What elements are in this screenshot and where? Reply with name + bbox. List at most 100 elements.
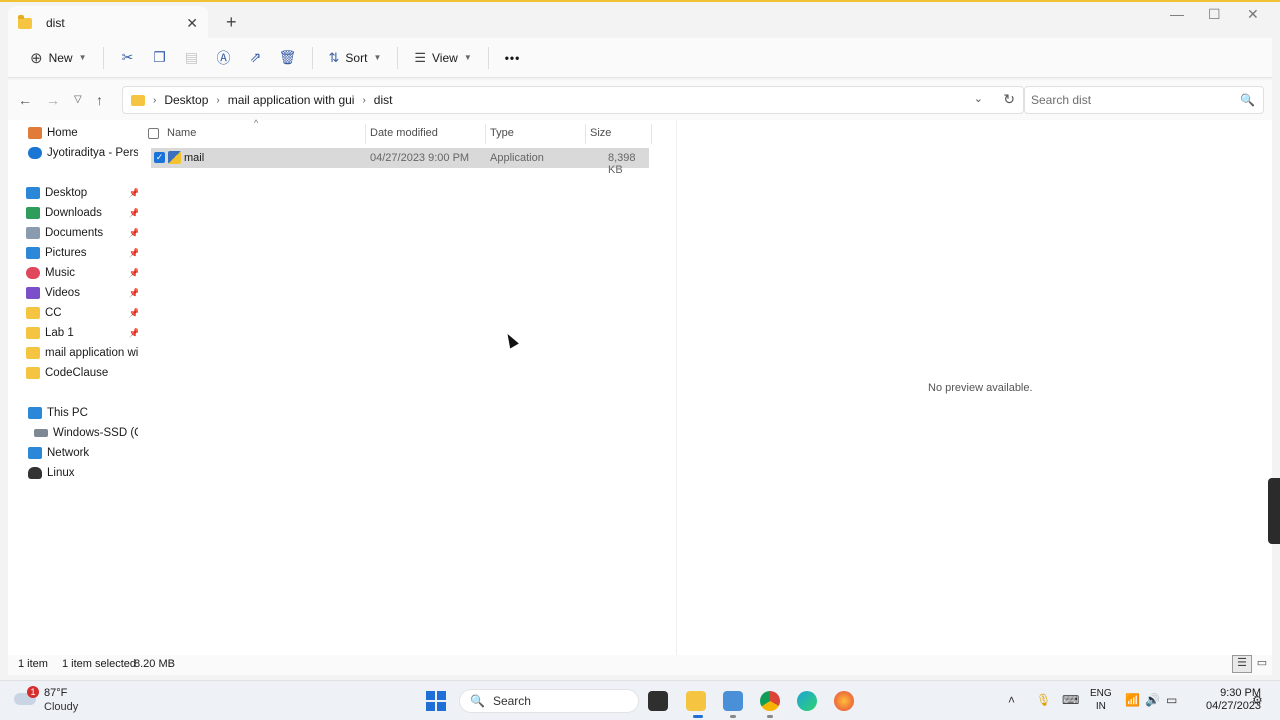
network-icon (28, 447, 42, 459)
recent-locations-icon[interactable]: ▽ (74, 94, 82, 105)
new-tab-button[interactable]: + (226, 12, 237, 33)
notification-icon[interactable]: ⚙ (1252, 693, 1263, 707)
rename-icon[interactable]: Ⓐ (208, 43, 240, 73)
taskbar-search[interactable]: 🔍 Search (459, 689, 639, 713)
sidebar-item-network[interactable]: Network (28, 443, 138, 463)
snipping-tool-icon[interactable] (723, 691, 743, 711)
chevron-right-icon: › (362, 94, 366, 106)
preview-divider[interactable] (676, 120, 677, 655)
divider (311, 46, 313, 69)
sidebar-item-home[interactable]: Home (28, 123, 138, 143)
tab-dist[interactable]: dist ✕ (8, 6, 208, 40)
chevron-up-icon[interactable]: ˄ (1008, 693, 1015, 707)
new-button[interactable]: ⊕ New ▼ (22, 43, 95, 73)
view-label: View (432, 50, 458, 65)
close-window-button[interactable]: ✕ (1247, 6, 1259, 23)
select-all-checkbox[interactable] (148, 128, 159, 139)
keyboard-icon[interactable]: ⌨ (1062, 693, 1079, 707)
column-divider[interactable] (485, 124, 486, 144)
divider (487, 46, 489, 69)
sort-ascending-icon: ^ (254, 118, 259, 128)
search-icon: 🔍 (470, 694, 485, 708)
folder-icon (26, 327, 40, 339)
microphone-icon[interactable]: 🎙 (1036, 693, 1051, 707)
column-header-size[interactable]: Size (590, 127, 611, 139)
sort-icon: ⇅ (328, 49, 340, 65)
sidebar-item-cc[interactable]: CC 📌 (26, 303, 138, 323)
video-icon (26, 287, 40, 299)
start-button[interactable] (426, 691, 446, 711)
breadcrumb-desktop[interactable]: Desktop (164, 93, 208, 107)
sort-label: Sort (345, 50, 368, 65)
pin-icon: 📌 (128, 327, 138, 338)
edge-icon[interactable] (797, 691, 817, 711)
share-icon[interactable]: ⇗ (240, 43, 272, 73)
language-code: ENG (1090, 688, 1112, 699)
column-divider[interactable] (585, 124, 586, 144)
sidebar-item-windows-ssd[interactable]: Windows-SSD (C:) (34, 423, 138, 443)
column-divider[interactable] (365, 124, 366, 144)
chevron-right-icon: › (216, 94, 220, 106)
pin-icon: 📌 (128, 227, 138, 238)
sidebar-item-mail-application[interactable]: mail application with (26, 343, 138, 363)
more-options-button[interactable]: ••• (497, 43, 529, 73)
view-button[interactable]: ☰ View ▼ (406, 43, 479, 73)
close-tab-icon[interactable]: ✕ (186, 15, 198, 32)
tiles-view-icon[interactable]: ▭ (1252, 655, 1272, 673)
column-header-name[interactable]: Name (167, 127, 196, 139)
details-view-icon[interactable]: ☰ (1232, 655, 1252, 673)
address-row: ← → ▽ ↑ › Desktop › mail application wit… (8, 80, 1272, 120)
navigation-pane: Home Jyotiraditya - Persona Desktop 📌 Do… (8, 120, 138, 655)
sidebar-item-pictures[interactable]: Pictures 📌 (26, 243, 138, 263)
scrollbar-handle[interactable] (1268, 478, 1280, 544)
sidebar-item-this-pc[interactable]: This PC (28, 403, 138, 423)
file-explorer-icon[interactable] (686, 691, 706, 711)
sidebar-item-documents[interactable]: Documents 📌 (26, 223, 138, 243)
weather-temperature[interactable]: 87°F (44, 687, 67, 699)
windows-logo-icon (426, 691, 435, 700)
column-divider[interactable] (651, 124, 652, 144)
back-arrow-icon[interactable]: ← (18, 92, 32, 108)
task-view-icon[interactable] (648, 691, 668, 711)
sidebar-item-videos[interactable]: Videos 📌 (26, 283, 138, 303)
weather-badge: 1 (27, 686, 39, 698)
sidebar-item-onedrive[interactable]: Jyotiraditya - Persona (28, 143, 138, 163)
sort-button[interactable]: ⇅ Sort ▼ (321, 43, 390, 73)
cut-icon[interactable]: ✂ (112, 43, 144, 73)
home-icon (28, 127, 42, 139)
breadcrumb-mail-application[interactable]: mail application with gui (228, 93, 355, 107)
linux-penguin-icon (28, 467, 42, 479)
folder-icon (131, 94, 145, 106)
weather-condition[interactable]: Cloudy (44, 701, 78, 713)
address-bar[interactable]: › Desktop › mail application with gui › … (122, 86, 1024, 114)
delete-icon[interactable]: 🗑 (272, 43, 304, 73)
pin-icon: 📌 (128, 267, 138, 278)
sidebar-item-codeclause[interactable]: CodeClause (26, 363, 138, 383)
sidebar-item-desktop[interactable]: Desktop 📌 (26, 183, 138, 203)
sidebar-item-music[interactable]: Music 📌 (26, 263, 138, 283)
row-checkbox[interactable]: ✓ (154, 152, 165, 163)
copy-icon[interactable]: ❐ (144, 43, 176, 73)
breadcrumb-dist[interactable]: dist (374, 93, 393, 107)
sidebar-item-downloads[interactable]: Downloads 📌 (26, 203, 138, 223)
wifi-icon[interactable]: 📶 (1125, 693, 1140, 707)
chrome-icon[interactable] (760, 691, 780, 711)
column-header-date[interactable]: Date modified (370, 127, 438, 139)
up-arrow-icon[interactable]: ↑ (96, 92, 103, 108)
running-indicator (767, 715, 773, 718)
file-row[interactable]: ✓ mail 04/27/2023 9:00 PM Application 8,… (151, 148, 649, 176)
sidebar-item-lab-1[interactable]: Lab 1 📌 (26, 323, 138, 343)
maximize-button[interactable]: ☐ (1208, 6, 1221, 23)
forward-arrow-icon[interactable]: → (46, 92, 60, 108)
firefox-icon[interactable] (834, 691, 854, 711)
battery-icon[interactable]: ▭ (1166, 693, 1177, 707)
language-indicator[interactable]: ENG IN (1090, 687, 1112, 713)
search-input[interactable]: Search dist 🔍 (1024, 86, 1264, 114)
sidebar-item-linux[interactable]: Linux (28, 463, 138, 483)
column-header-type[interactable]: Type (490, 127, 514, 139)
volume-icon[interactable]: 🔊 (1145, 693, 1160, 707)
minimize-button[interactable]: — (1170, 6, 1184, 22)
paste-icon[interactable]: ▤ (176, 43, 208, 73)
refresh-icon[interactable]: ↻ (1003, 91, 1015, 108)
chevron-down-icon[interactable]: ⌄ (974, 92, 983, 105)
